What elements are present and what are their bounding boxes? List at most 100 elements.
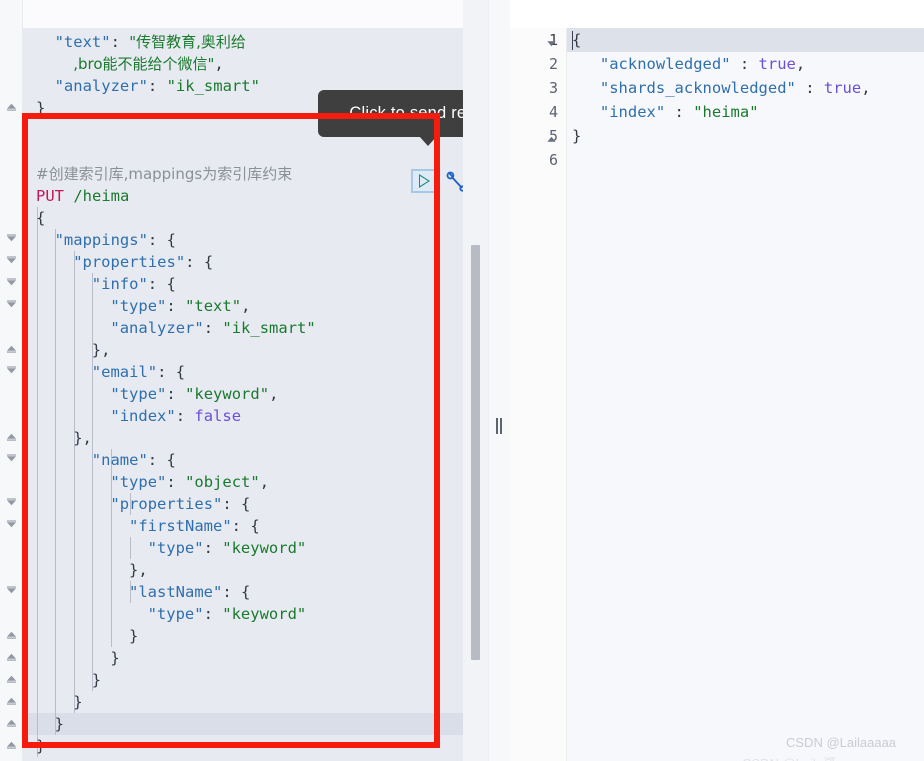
code-token: : [166, 297, 186, 315]
code-token: { [36, 209, 46, 227]
chevron-up-fold-icon[interactable] [6, 717, 17, 728]
code-token: : { [222, 495, 251, 513]
code-token: "firstName" [129, 517, 232, 535]
code-token: : [166, 385, 186, 403]
code-token: } [36, 737, 46, 755]
screenshot-root: "text": "传智教育,奥利给 ,bro能不能给个微信", "analyzer"… [0, 0, 924, 761]
code-token: "object" [185, 473, 260, 491]
code-line[interactable]: "info": { [22, 273, 176, 295]
code-line[interactable] [22, 141, 36, 163]
chevron-up-fold-icon[interactable] [6, 739, 17, 750]
response-pane: 123456 { "acknowledged" : true, "shards_ac… [510, 0, 924, 761]
code-line[interactable]: "analyzer": "ik_smart" [22, 75, 260, 97]
response-code-line[interactable]: "index" : "heima" [572, 100, 759, 124]
code-line[interactable]: "text": "传智教育,奥利给 [22, 31, 246, 53]
code-token: "lastName" [129, 583, 223, 601]
chevron-down-fold-icon[interactable] [6, 365, 17, 376]
code-token: : { [157, 363, 186, 381]
code-line[interactable]: "properties": { [22, 493, 250, 515]
code-token: : [665, 103, 694, 121]
chevron-down-fold-icon[interactable] [6, 585, 17, 596]
code-line[interactable]: "analyzer": "ik_smart" [22, 317, 315, 339]
code-line[interactable]: { [22, 207, 45, 229]
code-line[interactable]: PUT /heima [22, 185, 129, 207]
code-line[interactable]: "lastName": { [22, 581, 250, 603]
pane-splitter[interactable] [488, 0, 512, 761]
code-token: PUT [36, 187, 64, 205]
code-line[interactable]: "firstName": { [22, 515, 260, 537]
chevron-up-fold-icon[interactable] [6, 431, 17, 442]
code-line[interactable]: }, [22, 427, 92, 449]
code-token: : [795, 79, 824, 97]
code-token: "mappings" [54, 231, 148, 249]
code-token: false [194, 407, 242, 425]
code-line[interactable]: } [22, 735, 45, 757]
editor-fold-gutter[interactable] [0, 0, 23, 761]
code-line[interactable]: #创建索引库,mappings为索引库约束 [22, 163, 292, 185]
watermark: CSDN @Lailaaaaa [786, 735, 897, 750]
code-token: } [110, 649, 120, 667]
code-line[interactable]: }, [22, 559, 148, 581]
chevron-down-fold-icon[interactable] [6, 453, 17, 464]
code-line[interactable]: "index": false [22, 405, 241, 427]
code-line[interactable]: "type": "text", [22, 295, 250, 317]
chevron-down-fold-icon[interactable] [6, 233, 17, 244]
code-token: "index" [599, 103, 666, 121]
code-line[interactable]: "name": { [22, 449, 176, 471]
code-token: { [572, 31, 582, 49]
code-line[interactable]: "type": "keyword" [22, 537, 307, 559]
code-line[interactable]: } [22, 691, 82, 713]
chevron-up-fold-icon[interactable] [6, 343, 17, 354]
response-code-line[interactable]: "shards_acknowledged" : true, [572, 76, 871, 100]
code-token: , [241, 297, 251, 315]
chevron-down-fold-icon[interactable] [6, 519, 17, 530]
code-token: "type" [110, 385, 167, 403]
chevron-up-fold-icon[interactable] [546, 130, 558, 154]
chevron-down-fold-icon[interactable] [6, 277, 17, 288]
code-line[interactable]: "mappings": { [22, 229, 176, 251]
code-token: , [795, 55, 806, 73]
code-token: "analyzer" [54, 77, 148, 95]
code-token: "properties" [73, 253, 186, 271]
chevron-up-fold-icon[interactable] [6, 101, 17, 112]
chevron-down-fold-icon[interactable] [6, 497, 17, 508]
code-line[interactable]: ,bro能不能给个微信", [22, 53, 224, 75]
code-token: true [823, 79, 862, 97]
code-token: "type" [147, 605, 204, 623]
chevron-up-fold-icon[interactable] [6, 629, 17, 640]
code-line[interactable]: } [22, 97, 45, 119]
splitter-grip-icon[interactable] [494, 418, 504, 434]
response-code-line[interactable]: } [572, 124, 581, 148]
code-line[interactable]: } [22, 625, 138, 647]
chevron-up-fold-icon[interactable] [6, 673, 17, 684]
code-token: #创建索引库,mappings为索引库约束 [36, 165, 293, 183]
code-line[interactable]: "properties": { [22, 251, 213, 273]
code-line[interactable]: } [22, 713, 64, 735]
code-line[interactable]: } [22, 647, 120, 669]
code-token: : { [147, 275, 176, 293]
chevron-up-fold-icon[interactable] [6, 695, 17, 706]
code-token: "keyword" [222, 605, 307, 623]
code-token: "传智教育,奥利给 [129, 33, 246, 51]
chevron-down-fold-icon[interactable] [6, 299, 17, 310]
code-line[interactable]: } [22, 669, 101, 691]
code-token: "analyzer" [110, 319, 204, 337]
editor-vertical-scrollbar-thumb[interactable] [471, 245, 480, 660]
response-code-line[interactable]: { [572, 28, 581, 52]
code-line[interactable]: "type": "keyword", [22, 383, 278, 405]
code-token: "name" [91, 451, 148, 469]
code-line[interactable]: "type": "keyword" [22, 603, 307, 625]
chevron-down-fold-icon[interactable] [546, 34, 558, 58]
code-token: "info" [91, 275, 148, 293]
response-code-line[interactable]: "acknowledged" : true, [572, 52, 805, 76]
code-line[interactable]: }, [22, 339, 111, 361]
code-line[interactable]: "type": "object", [22, 471, 269, 493]
code-token: "type" [110, 297, 167, 315]
code-token: : [147, 77, 167, 95]
chevron-up-fold-icon[interactable] [6, 651, 17, 662]
code-token: : [110, 33, 130, 51]
chevron-down-fold-icon[interactable] [6, 255, 17, 266]
code-line[interactable]: "email": { [22, 361, 185, 383]
response-line-number-gutter[interactable]: 123456 [510, 28, 567, 761]
code-token: "type" [147, 539, 204, 557]
